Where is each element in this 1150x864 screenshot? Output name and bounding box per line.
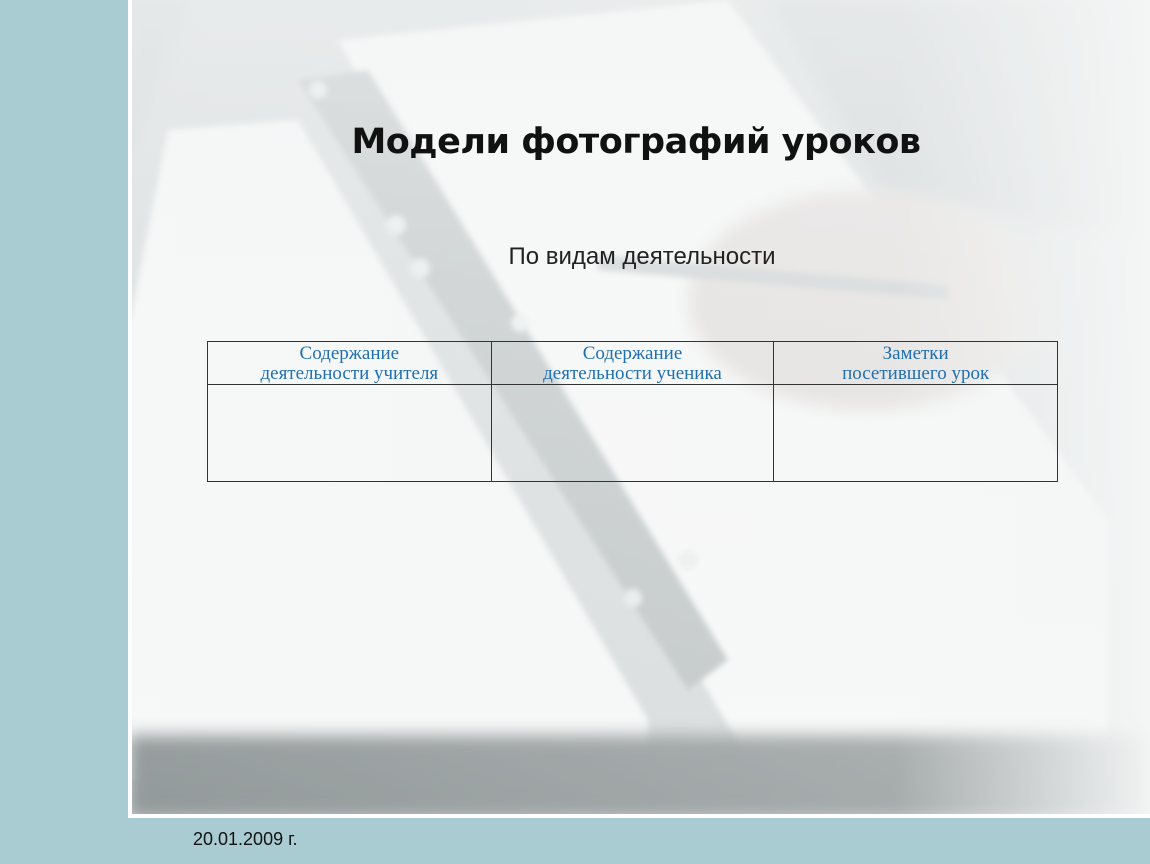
table-header-row: Содержание деятельности учителя Содержан… — [207, 341, 1058, 385]
header-teacher-label: Содержание деятельности учителя — [260, 343, 439, 384]
table-cell-notes — [773, 384, 1058, 482]
table-row — [207, 384, 1058, 482]
table-header-notes: Заметки посетившего урок — [773, 341, 1058, 385]
table-header-teacher: Содержание деятельности учителя — [207, 341, 492, 385]
slide-subtitle: По видам деятельности — [508, 243, 776, 270]
activity-table: Содержание деятельности учителя Содержан… — [207, 341, 1058, 482]
header-student-label: Содержание деятельности ученика — [543, 343, 722, 384]
frame-line-horizontal — [128, 814, 1150, 818]
table-header-student: Содержание деятельности ученика — [490, 341, 775, 385]
slide-title: Модели фотографий уроков — [351, 122, 921, 162]
footer-date: 20.01.2009 г. — [193, 829, 298, 849]
frame-line-vertical — [128, 0, 132, 818]
table-cell-student — [490, 384, 775, 482]
header-notes-label: Заметки посетившего урок — [842, 343, 990, 384]
table-cell-teacher — [207, 384, 492, 482]
